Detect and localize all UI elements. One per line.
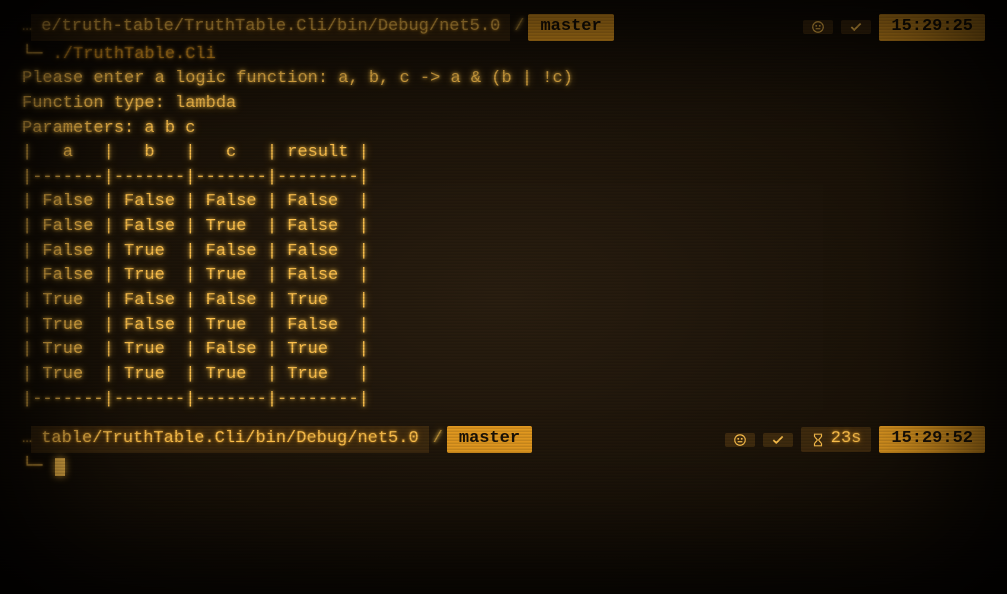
input-line[interactable]: └─ bbox=[22, 455, 985, 480]
clock-time: 15:29:52 bbox=[879, 426, 985, 453]
command-line: └─ ./TruthTable.Cli bbox=[22, 43, 985, 68]
command-text: ./TruthTable.Cli bbox=[53, 45, 216, 64]
cwd-path: table/TruthTable.Cli/bin/Debug/net5.0 bbox=[31, 426, 428, 453]
truth-table: | a | b | c | result ||-------|-------|-… bbox=[22, 141, 985, 412]
duration-badge: 23s bbox=[801, 427, 872, 452]
prompt-indent-icon: └─ bbox=[22, 45, 42, 64]
function-type-line: Function type: lambda bbox=[22, 92, 985, 117]
prompt-indent-icon: └─ bbox=[22, 457, 42, 476]
ellipsis-icon: … bbox=[22, 15, 31, 40]
bottom-prompt-bar: … table/TruthTable.Cli/bin/Debug/net5.0 … bbox=[22, 426, 985, 453]
status-face-icon bbox=[803, 20, 833, 34]
duration-text: 23s bbox=[831, 427, 862, 452]
cursor-icon bbox=[55, 458, 65, 476]
top-prompt-bar: … e/truth-table/TruthTable.Cli/bin/Debug… bbox=[22, 14, 985, 41]
check-icon bbox=[763, 433, 793, 447]
clock-time: 15:29:25 bbox=[879, 14, 985, 41]
hourglass-icon bbox=[811, 433, 825, 447]
git-branch: master bbox=[528, 14, 613, 41]
ellipsis-icon: … bbox=[22, 427, 31, 452]
status-face-icon bbox=[725, 433, 755, 447]
path-separator: / bbox=[510, 15, 528, 40]
parameters-line: Parameters: a b c bbox=[22, 117, 985, 142]
git-branch: master bbox=[447, 426, 532, 453]
cwd-path: e/truth-table/TruthTable.Cli/bin/Debug/n… bbox=[31, 14, 510, 41]
check-icon bbox=[841, 20, 871, 34]
path-separator: / bbox=[429, 427, 447, 452]
input-prompt-line: Please enter a logic function: a, b, c -… bbox=[22, 67, 985, 92]
